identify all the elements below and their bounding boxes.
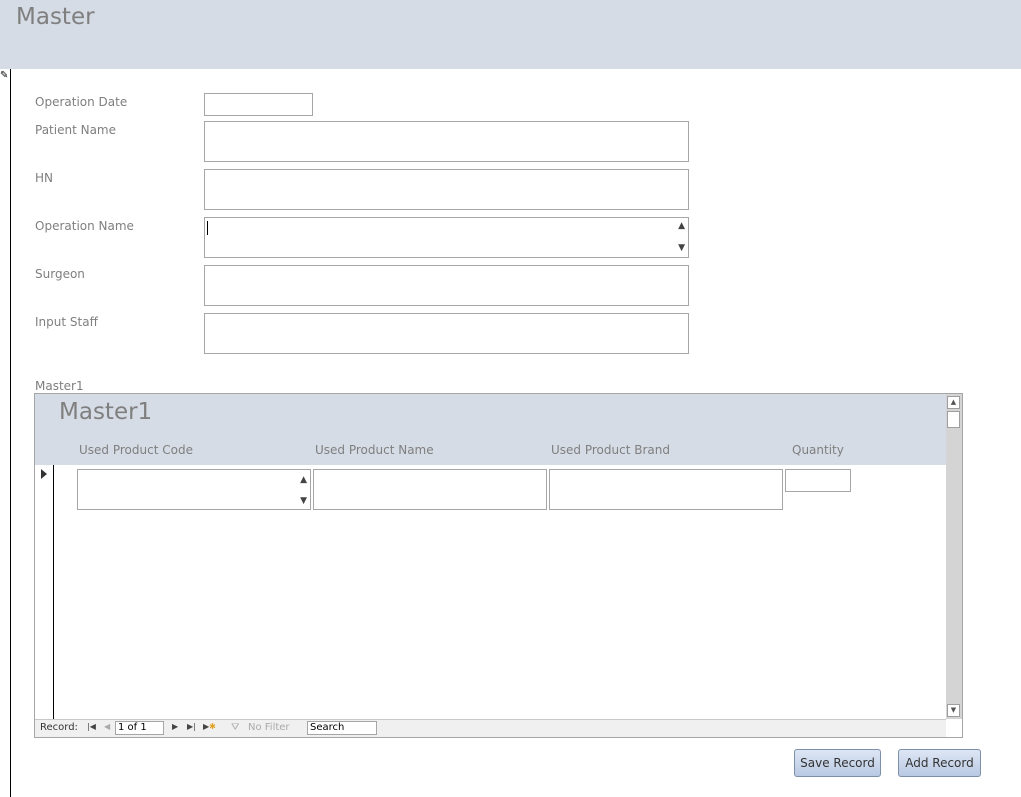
patient-name-field[interactable]: [204, 121, 689, 162]
current-record-input[interactable]: 1 of 1: [115, 721, 164, 735]
surgeon-label: Surgeon: [35, 267, 85, 281]
save-record-button[interactable]: Save Record: [794, 749, 881, 777]
scroll-up-arrow-icon[interactable]: ▲: [947, 396, 960, 409]
next-record-icon[interactable]: ▶: [172, 722, 178, 731]
record-selector[interactable]: ✎: [0, 69, 11, 797]
scroll-down-icon[interactable]: ▼: [300, 497, 307, 506]
quantity-cell[interactable]: [785, 469, 851, 492]
text-caret: [207, 221, 208, 235]
hn-label: HN: [35, 171, 53, 185]
patient-name-label: Patient Name: [35, 123, 116, 137]
current-row-arrow-icon: [41, 469, 47, 479]
last-record-icon[interactable]: ▶|: [187, 722, 196, 731]
column-header-product-name: Used Product Name: [315, 443, 434, 457]
column-header-quantity: Quantity: [792, 443, 844, 457]
column-header-product-brand: Used Product Brand: [551, 443, 670, 457]
operation-name-field[interactable]: ▲ ▼: [204, 217, 689, 258]
scroll-up-icon[interactable]: ▲: [678, 222, 685, 231]
subform-title: Master1: [59, 399, 153, 425]
row-selector[interactable]: [35, 465, 54, 719]
input-staff-field[interactable]: [204, 313, 689, 354]
record-label: Record:: [40, 722, 78, 733]
new-record-icon[interactable]: ▶ ✱: [203, 722, 216, 731]
pencil-edit-icon: ✎: [0, 70, 9, 81]
operation-date-label: Operation Date: [35, 95, 128, 109]
product-code-cell[interactable]: ▲ ▼: [77, 469, 311, 510]
add-record-button[interactable]: Add Record: [898, 749, 981, 777]
form-title: Master: [16, 4, 95, 30]
product-brand-cell[interactable]: [549, 469, 783, 510]
first-record-icon[interactable]: |◀: [87, 722, 96, 731]
surgeon-field[interactable]: [204, 265, 689, 306]
search-input[interactable]: Search: [307, 721, 377, 735]
previous-record-icon[interactable]: ◀: [104, 722, 110, 731]
operation-name-label: Operation Name: [35, 219, 134, 233]
vertical-scrollbar[interactable]: ▲ ▼: [946, 394, 962, 719]
subform-header: Master1 Used Product Code Used Product N…: [35, 394, 946, 465]
product-name-cell[interactable]: [313, 469, 547, 510]
operation-date-field[interactable]: [204, 93, 313, 116]
column-header-product-code: Used Product Code: [79, 443, 193, 457]
hn-field[interactable]: [204, 169, 689, 210]
subform-caption: Master1: [35, 379, 84, 393]
no-filter-button[interactable]: No Filter: [248, 722, 290, 733]
scroll-up-icon[interactable]: ▲: [300, 476, 307, 485]
subform-master1: Master1 Used Product Code Used Product N…: [34, 393, 963, 738]
scroll-down-arrow-icon[interactable]: ▼: [947, 704, 960, 717]
scroll-down-icon[interactable]: ▼: [678, 244, 685, 253]
filter-funnel-icon: ⛛: [231, 722, 240, 733]
record-navigation-bar: Record: |◀ ◀ 1 of 1 ▶ ▶| ▶ ✱ ⛛ No Filter …: [35, 719, 946, 737]
scrollbar-thumb[interactable]: [947, 411, 960, 428]
form-header: Master: [0, 0, 1021, 69]
input-staff-label: Input Staff: [35, 315, 98, 329]
